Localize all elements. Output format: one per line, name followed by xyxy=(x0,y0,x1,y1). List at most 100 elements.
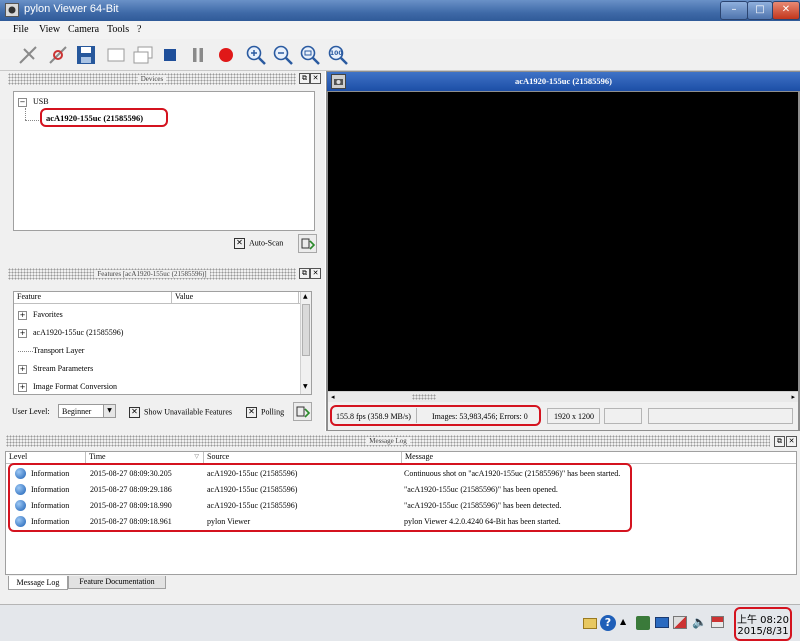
scroll-up-icon[interactable]: ▲ xyxy=(303,293,308,300)
menu-tools[interactable]: Tools xyxy=(107,24,129,35)
feature-image-format[interactable]: + Image Format Conversion xyxy=(18,382,117,392)
tray-folder-icon[interactable] xyxy=(583,618,597,629)
zoom-100-icon[interactable]: 100 xyxy=(326,43,350,67)
zoom-in-icon[interactable] xyxy=(244,43,268,67)
feature-transport-layer[interactable]: Transport Layer xyxy=(18,346,84,355)
network-icon[interactable] xyxy=(673,616,687,629)
clock-time: 上午 08:20 xyxy=(737,615,789,626)
column-message[interactable]: Message xyxy=(402,452,796,463)
status-divider xyxy=(416,408,417,423)
tab-message-log[interactable]: Message Log xyxy=(8,576,68,590)
scroll-thumb[interactable] xyxy=(302,304,310,356)
feature-tree: Feature Value + Favorites + acA1920-155uc … xyxy=(13,291,312,395)
features-pane: Features [acA1920-155uc (21585596)] ⧉ ✕ … xyxy=(8,264,322,429)
info-icon xyxy=(15,468,26,479)
float-pane-button[interactable]: ⧉ xyxy=(299,268,310,279)
message-log-header: Message Log xyxy=(6,435,770,447)
window-title: pylon Viewer 64-Bit xyxy=(24,3,119,15)
scroll-down-icon[interactable]: ▼ xyxy=(303,383,308,390)
scroll-right-icon[interactable]: ▸ xyxy=(791,393,795,401)
resolution-readout: 1920 x 1200 xyxy=(554,412,594,421)
feature-favorites[interactable]: + Favorites xyxy=(18,310,63,320)
monitor-icon[interactable] xyxy=(655,617,669,628)
menu-view[interactable]: View xyxy=(39,24,60,35)
show-unavailable-option[interactable]: ✕ Show Unavailable Features xyxy=(129,407,232,418)
table-row[interactable]: Information 2015-08-27 08:09:18.990 acA1… xyxy=(15,498,629,514)
status-strip: 155.8 fps (358.9 MB/s) Images: 53,983,45… xyxy=(328,402,798,430)
title-bar: pylon Viewer 64-Bit – □ ✕ xyxy=(0,0,800,21)
connect-icon[interactable] xyxy=(16,43,40,67)
table-row[interactable]: Information 2015-08-27 08:09:30.205 acA1… xyxy=(15,466,629,482)
header-divider xyxy=(14,303,300,304)
tree-line xyxy=(25,108,26,120)
column-feature[interactable]: Feature xyxy=(14,292,172,303)
zoom-out-icon[interactable] xyxy=(271,43,295,67)
user-level-select[interactable]: Beginner ▼ xyxy=(58,404,116,418)
feature-device[interactable]: + acA1920-155uc (21585596) xyxy=(18,328,123,338)
continuous-shot-icon[interactable] xyxy=(131,43,155,67)
collapse-icon[interactable]: − xyxy=(18,97,27,107)
zoom-fit-icon[interactable] xyxy=(298,43,322,67)
flag-icon[interactable] xyxy=(711,616,724,628)
refresh-features-button[interactable] xyxy=(293,402,312,421)
vertical-scrollbar[interactable]: ▲ ▼ xyxy=(300,292,311,394)
taskbar: ? ▲ 🔈 上午 08:20 2015/8/31 xyxy=(0,604,800,641)
user-level-label: User Level: xyxy=(12,407,50,416)
help-icon[interactable]: ? xyxy=(600,615,616,631)
status-cell xyxy=(648,408,793,424)
column-level[interactable]: Level xyxy=(6,452,86,463)
polling-option[interactable]: ✕ Polling xyxy=(246,407,284,418)
show-unavailable-checkbox[interactable]: ✕ xyxy=(129,407,140,418)
stop-icon[interactable] xyxy=(158,43,182,67)
tab-feature-documentation[interactable]: Feature Documentation xyxy=(68,576,166,589)
float-pane-button[interactable]: ⧉ xyxy=(299,73,310,84)
menu-camera[interactable]: Camera xyxy=(68,24,99,35)
table-row[interactable]: Information 2015-08-27 08:09:29.186 acA1… xyxy=(15,482,629,498)
close-pane-button[interactable]: ✕ xyxy=(786,436,797,447)
tree-node-usb[interactable]: − USB xyxy=(18,97,49,107)
close-button[interactable]: ✕ xyxy=(772,1,800,20)
disconnect-icon[interactable] xyxy=(46,43,70,67)
volume-icon[interactable]: 🔈 xyxy=(692,615,707,629)
single-shot-icon[interactable] xyxy=(104,43,128,67)
zoom-100-label: 100 xyxy=(330,50,343,57)
polling-checkbox[interactable]: ✕ xyxy=(246,407,257,418)
menu-help[interactable]: ? xyxy=(137,24,141,35)
record-icon[interactable] xyxy=(214,43,238,67)
pause-icon[interactable] xyxy=(186,43,210,67)
info-icon xyxy=(15,484,26,495)
expand-icon[interactable]: + xyxy=(18,364,27,374)
images-readout: Images: 53,983,456; Errors: 0 xyxy=(432,412,528,421)
autoscan-option[interactable]: ✕ Auto-Scan xyxy=(234,238,283,249)
table-row[interactable]: Information 2015-08-27 08:09:18.961 pylo… xyxy=(15,514,629,530)
close-pane-button[interactable]: ✕ xyxy=(310,268,321,279)
clock[interactable]: 上午 08:20 2015/8/31 xyxy=(734,607,792,641)
scroll-left-icon[interactable]: ◂ xyxy=(331,393,335,401)
save-icon[interactable] xyxy=(74,43,98,67)
column-source[interactable]: Source xyxy=(204,452,402,463)
maximize-button[interactable]: □ xyxy=(747,1,773,20)
column-value[interactable]: Value xyxy=(172,292,299,303)
refresh-devices-button[interactable] xyxy=(298,234,317,253)
scroll-grip[interactable] xyxy=(412,394,436,400)
feature-stream-parameters[interactable]: + Stream Parameters xyxy=(18,364,93,374)
float-pane-button[interactable]: ⧉ xyxy=(774,436,785,447)
expand-icon[interactable]: + xyxy=(18,310,27,320)
autoscan-checkbox[interactable]: ✕ xyxy=(234,238,245,249)
fps-readout: 155.8 fps (358.9 MB/s) xyxy=(336,412,411,421)
menu-file[interactable]: File xyxy=(13,24,29,35)
tray-app-icon[interactable] xyxy=(636,616,650,630)
device-item[interactable]: acA1920-155uc (21585596) xyxy=(40,108,168,127)
column-time[interactable]: Time ▽ xyxy=(86,452,204,463)
close-pane-button[interactable]: ✕ xyxy=(310,73,321,84)
show-hidden-icons-button[interactable]: ▲ xyxy=(620,617,626,626)
devices-header: Devices xyxy=(8,73,296,85)
minimize-button[interactable]: – xyxy=(720,1,748,20)
info-icon xyxy=(15,500,26,511)
chevron-down-icon[interactable]: ▼ xyxy=(103,405,115,417)
expand-icon[interactable]: + xyxy=(18,328,27,338)
expand-icon[interactable]: + xyxy=(18,382,27,392)
horizontal-scrollbar[interactable]: ◂ ▸ xyxy=(328,391,798,402)
image-display[interactable] xyxy=(328,92,798,391)
status-cell xyxy=(604,408,642,424)
